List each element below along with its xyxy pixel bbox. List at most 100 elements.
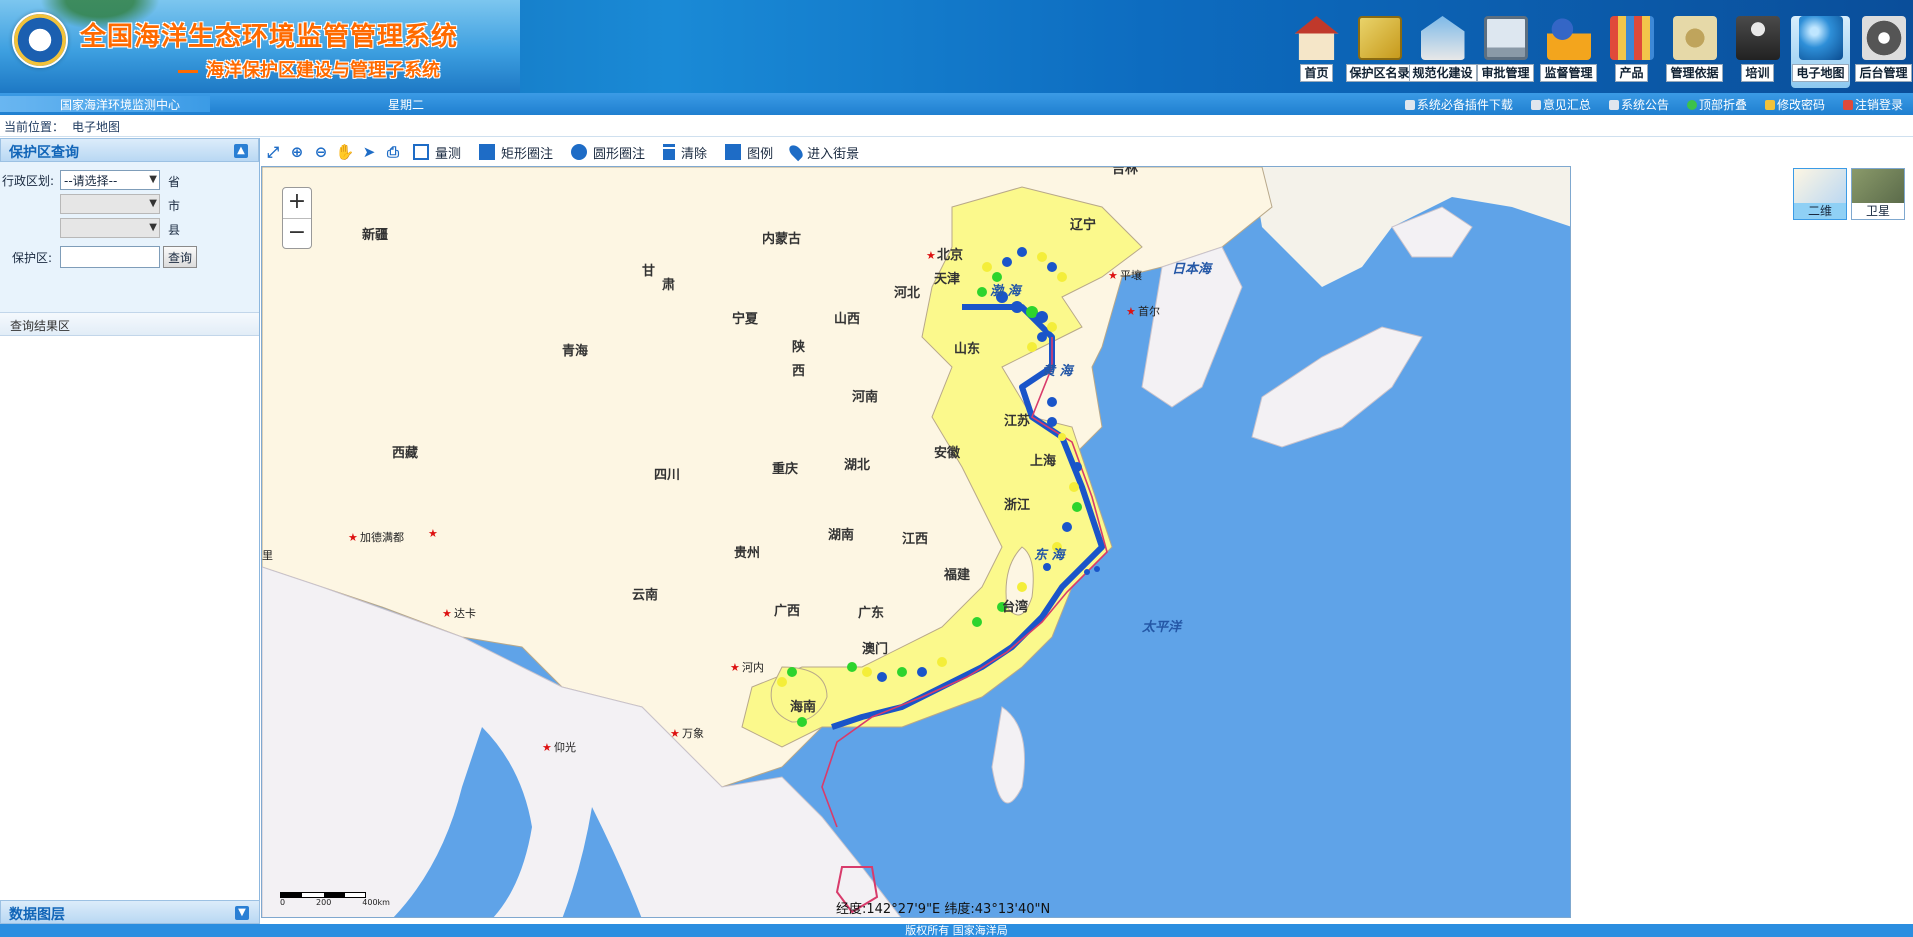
capital-star-icon: ★ bbox=[428, 527, 438, 540]
chevron-down-icon[interactable]: ▼ bbox=[235, 906, 249, 920]
chevron-down-icon: ▼ bbox=[149, 222, 157, 233]
sidebar: 保护区查询 ▲ 行政区划: --请选择-- ▼ 省 ▼ 市 ▼ 县 保护区: 查询… bbox=[0, 138, 260, 924]
label-guangxi: 广西 bbox=[774, 603, 800, 619]
feedback-summary-link[interactable]: 意见汇总 bbox=[1530, 96, 1591, 113]
label-zhejiang: 浙江 bbox=[1004, 497, 1030, 513]
label-hainan: 海南 bbox=[790, 699, 816, 715]
chevron-down-icon: ▼ bbox=[149, 174, 157, 185]
province-select[interactable]: --请选择-- ▼ bbox=[60, 170, 160, 190]
chevron-down-icon: ▼ bbox=[149, 198, 157, 209]
pointer-icon[interactable]: ➤ bbox=[360, 143, 378, 161]
full-extent-icon[interactable]: ⤢ bbox=[264, 143, 282, 161]
label-li: 里 bbox=[262, 549, 273, 562]
result-area bbox=[0, 336, 259, 904]
key-icon bbox=[1764, 100, 1775, 110]
capital-star-icon: ★ bbox=[926, 249, 936, 262]
logo-icon bbox=[12, 12, 68, 68]
county-select[interactable]: ▼ bbox=[60, 218, 160, 238]
select-value: --请选择-- bbox=[64, 174, 118, 188]
nav-products[interactable]: 产品 bbox=[1602, 16, 1661, 88]
collapse-top-link[interactable]: 顶部折叠 bbox=[1686, 96, 1747, 113]
coordinate-readout: 经度:142°27'9"E 纬度:43°13'40"N bbox=[836, 902, 1051, 917]
label-wanxiang: 万象 bbox=[682, 727, 704, 740]
label-daka: 达卡 bbox=[454, 607, 476, 620]
zoom-out-icon[interactable]: ⊖ bbox=[312, 143, 330, 161]
logout-link[interactable]: 注销登录 bbox=[1842, 96, 1903, 113]
label-jiangsu: 江苏 bbox=[1004, 413, 1030, 429]
nav-standardization[interactable]: 规范化建设 bbox=[1408, 16, 1477, 88]
book-icon bbox=[1357, 16, 1402, 60]
button-label: 矩形圈注 bbox=[501, 146, 554, 162]
legend-button[interactable]: 图例 bbox=[725, 143, 773, 162]
change-password-link[interactable]: 修改密码 bbox=[1764, 96, 1825, 113]
map-pin-icon bbox=[786, 142, 806, 162]
label-jilin: 吉林 bbox=[1112, 167, 1138, 177]
data-layers-header[interactable]: 数据图层 ▼ bbox=[0, 900, 260, 924]
nav-label: 审批管理 bbox=[1477, 64, 1534, 82]
clear-button[interactable]: 清除 bbox=[663, 143, 707, 162]
rectangle-icon bbox=[479, 144, 496, 160]
zoom-in-icon[interactable]: ⊕ bbox=[288, 143, 306, 161]
person-icon bbox=[1735, 16, 1780, 60]
top-links: 系统必备插件下载 意见汇总 系统公告 顶部折叠 修改密码 注销登录 bbox=[1404, 96, 1903, 113]
zoom-out-button[interactable]: − bbox=[283, 218, 311, 248]
label-donghai: 东 海 bbox=[1034, 547, 1067, 563]
nav-training[interactable]: 培训 bbox=[1728, 16, 1787, 88]
print-icon[interactable]: ⎙ bbox=[384, 143, 402, 161]
plugin-download-link[interactable]: 系统必备插件下载 bbox=[1404, 96, 1513, 113]
map-type-label: 二维 bbox=[1807, 204, 1832, 218]
nav-approval[interactable]: 审批管理 bbox=[1476, 16, 1535, 88]
reserve-query-header[interactable]: 保护区查询 ▲ bbox=[0, 138, 259, 162]
label-sichuan: 四川 bbox=[654, 468, 680, 483]
nav-home[interactable]: 首页 bbox=[1287, 16, 1346, 88]
capital-star-icon: ★ bbox=[442, 607, 452, 620]
chevron-up-icon[interactable]: ▲ bbox=[234, 144, 248, 158]
label-shanxi: 山西 bbox=[834, 311, 860, 327]
label-xizang: 西藏 bbox=[392, 445, 418, 461]
button-label: 清除 bbox=[681, 146, 708, 162]
region-label: 行政区划: bbox=[2, 174, 55, 188]
circle-mark-button[interactable]: 圆形圈注 bbox=[571, 143, 645, 162]
china-map: 新疆 内蒙古 甘 肃 宁夏 青海 陕 西 山西 河南 河北 北京 天津 辽宁 吉… bbox=[262, 167, 1570, 917]
nav-electronic-map[interactable]: 电子地图 bbox=[1791, 16, 1850, 88]
documents-icon bbox=[1672, 16, 1717, 60]
reserve-input[interactable] bbox=[60, 246, 160, 268]
city-select[interactable]: ▼ bbox=[60, 194, 160, 214]
label-ningxia: 宁夏 bbox=[732, 311, 759, 327]
nav-reserve-directory[interactable]: 保护区名录 bbox=[1345, 16, 1414, 88]
button-label: 量测 bbox=[435, 146, 462, 162]
nav-label: 产品 bbox=[1615, 64, 1648, 82]
scale-label: 200 bbox=[316, 898, 332, 907]
query-button[interactable]: 查询 bbox=[163, 246, 198, 268]
app-title: 全国海洋生态环境监管管理系统 bbox=[80, 22, 459, 52]
label-pingrang: 平壤 bbox=[1120, 268, 1142, 282]
document-icon bbox=[1530, 100, 1541, 110]
city-unit: 市 bbox=[168, 199, 181, 213]
capital-star-icon: ★ bbox=[1108, 269, 1118, 282]
measure-button[interactable]: 量测 bbox=[413, 143, 461, 162]
system-notice-link[interactable]: 系统公告 bbox=[1608, 96, 1669, 113]
nav-management-basis[interactable]: 管理依据 bbox=[1665, 16, 1724, 88]
nav-supervision[interactable]: 监督管理 bbox=[1539, 16, 1598, 88]
nav-admin[interactable]: 后台管理 bbox=[1854, 16, 1913, 88]
scale-labels: 0 200 400km bbox=[280, 898, 390, 907]
map-canvas[interactable]: 新疆 内蒙古 甘 肃 宁夏 青海 陕 西 山西 河南 河北 北京 天津 辽宁 吉… bbox=[261, 166, 1571, 918]
button-label: 进入街景 bbox=[807, 146, 860, 162]
street-view-button[interactable]: 进入街景 bbox=[786, 142, 860, 162]
legend-icon bbox=[725, 144, 742, 160]
map-thumbnail bbox=[1794, 169, 1846, 203]
label-shanghai: 上海 bbox=[1030, 453, 1056, 469]
label-henei: 河内 bbox=[742, 660, 764, 674]
label-jiangxi: 江西 bbox=[902, 531, 928, 547]
rect-mark-button[interactable]: 矩形圈注 bbox=[479, 143, 553, 162]
nav-label: 电子地图 bbox=[1792, 64, 1849, 82]
pan-hand-icon[interactable]: ✋ bbox=[336, 143, 355, 161]
reserve-label: 保护区: bbox=[12, 251, 53, 265]
map-type-satellite[interactable]: 卫星 bbox=[1851, 168, 1905, 220]
japan bbox=[1251, 326, 1423, 448]
label-shandong: 山东 bbox=[954, 341, 980, 357]
logout-icon bbox=[1842, 100, 1853, 110]
zoom-in-button[interactable]: + bbox=[283, 188, 311, 218]
map-type-2d[interactable]: 二维 bbox=[1793, 168, 1847, 220]
label-gan: 甘 bbox=[642, 263, 655, 279]
